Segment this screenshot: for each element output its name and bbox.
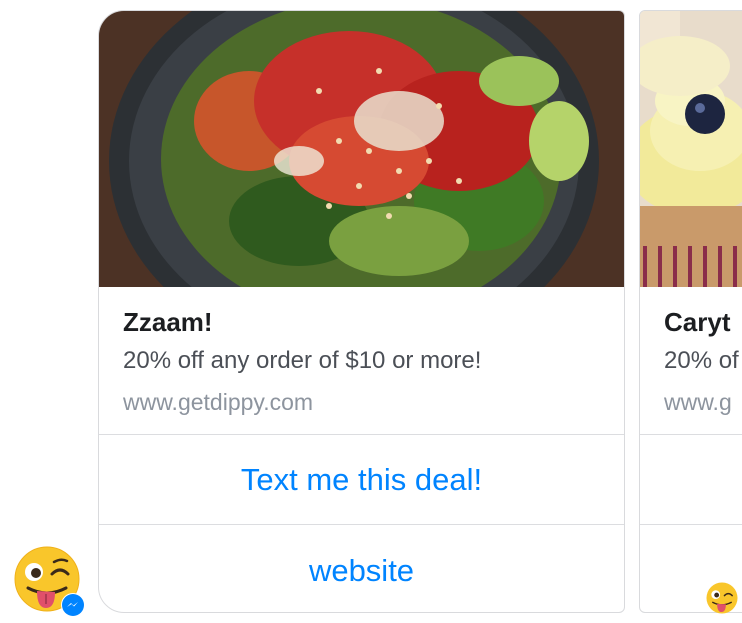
text-me-this-deal-button[interactable]: Text me this deal! (99, 436, 624, 525)
card-subtitle: 20% off any order of $10 or more! (123, 347, 482, 374)
messenger-carousel: Zzaam! 20% off any order of $10 or more!… (0, 0, 742, 623)
card-subtitle: 20% of (664, 347, 739, 374)
cupcake-image[interactable] (640, 11, 742, 287)
deal-card-caryt[interactable]: Caryt 20% of www.g (639, 10, 742, 613)
winking-tongue-emoji-icon (706, 582, 738, 614)
card-button[interactable] (640, 436, 742, 525)
deal-card-zzaam[interactable]: Zzaam! 20% off any order of $10 or more!… (98, 10, 625, 613)
messenger-icon (61, 593, 85, 617)
card-title: Caryt (664, 307, 731, 337)
salad-bowl-image[interactable] (99, 11, 624, 287)
website-button[interactable]: website (99, 526, 624, 612)
card-title: Zzaam! (123, 307, 213, 337)
card-url: www.getdippy.com (123, 389, 314, 415)
card-body[interactable]: Caryt 20% of www.g (640, 287, 742, 435)
card-url: www.g (664, 389, 732, 415)
card-body[interactable]: Zzaam! 20% off any order of $10 or more!… (99, 287, 624, 435)
